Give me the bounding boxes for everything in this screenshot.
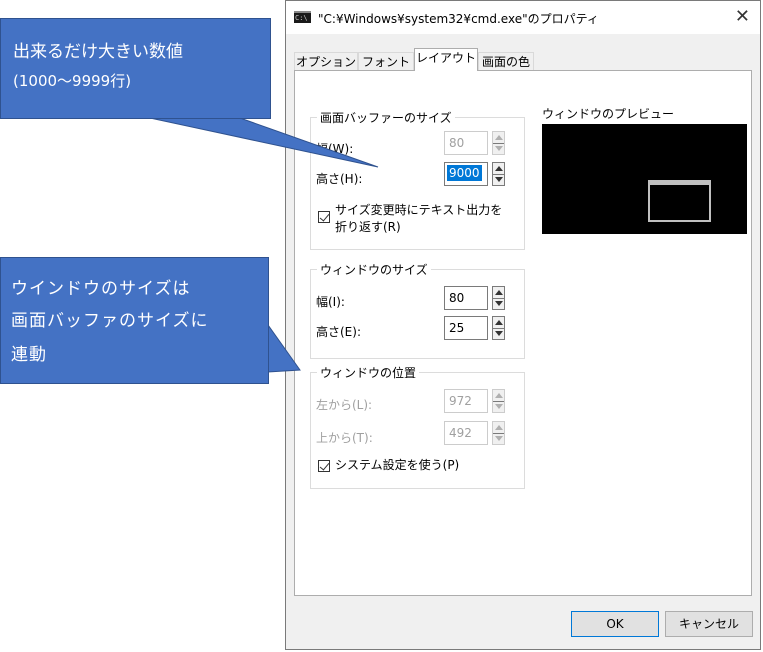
top-callout-pointer bbox=[149, 117, 379, 168]
top-callout-line2: (1000〜9999行) bbox=[13, 72, 132, 90]
bottom-callout-line1: ウインドウのサイズは bbox=[11, 279, 191, 299]
bottom-callout-pointer bbox=[267, 323, 301, 373]
bottom-callout: ウインドウのサイズは 画面バッファのサイズに 連動 bbox=[0, 257, 269, 384]
top-callout-line1: 出来るだけ大きい数値 bbox=[13, 42, 183, 62]
bottom-callout-line2: 画面バッファのサイズに bbox=[11, 311, 209, 331]
tab-layout[interactable]: レイアウト bbox=[414, 48, 478, 71]
top-callout: 出来るだけ大きい数値 (1000〜9999行) bbox=[0, 18, 271, 119]
bottom-callout-line3: 連動 bbox=[11, 345, 47, 365]
